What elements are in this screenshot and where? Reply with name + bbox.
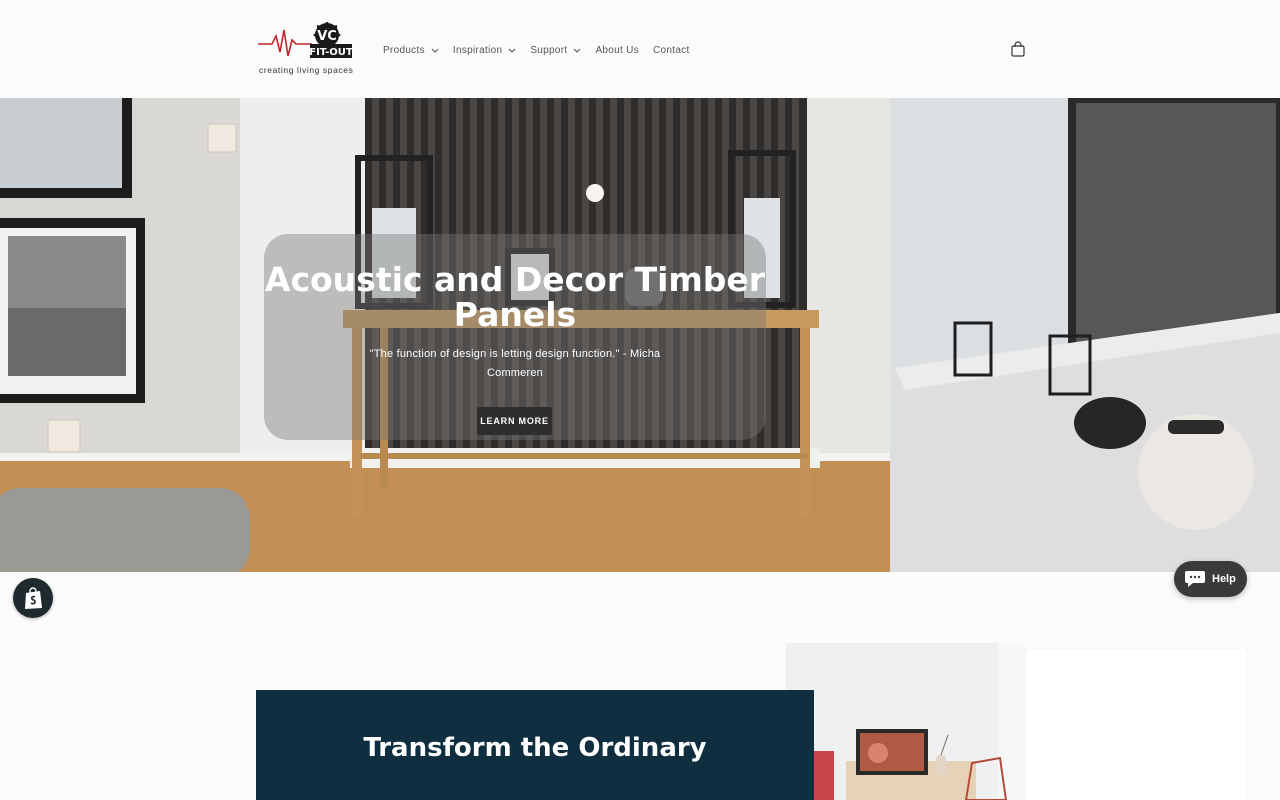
nav-item-products[interactable]: Products	[383, 43, 439, 57]
chat-bubble-icon	[1185, 571, 1205, 587]
chevron-down-icon	[431, 48, 439, 53]
learn-more-button[interactable]: LEARN MORE	[477, 407, 552, 435]
brand-logo[interactable]: VC FIT-OUT creating living spaces	[258, 21, 354, 76]
help-chat-button[interactable]: Help	[1174, 561, 1247, 597]
shopify-bag-icon	[25, 587, 42, 609]
shopping-bag-icon	[1011, 41, 1025, 57]
chevron-down-icon	[574, 48, 581, 53]
hero-banner: Acoustic and Decor Timber Panels "The fu…	[0, 98, 1280, 572]
nav-item-label: Contact	[653, 44, 690, 56]
nav-item-label: Inspiration	[452, 44, 503, 56]
feature-card	[1026, 650, 1247, 800]
feature-image	[786, 643, 1026, 800]
nav-item-label: Products	[383, 44, 425, 56]
main-nav: Products Inspiration Support About Us Co…	[383, 43, 704, 57]
brand-tagline: creating living spaces	[259, 65, 354, 75]
feature-title: Transform the Ordinary	[363, 733, 707, 763]
cart-button[interactable]	[1010, 41, 1026, 57]
logo-name: FIT-OUT	[309, 47, 353, 58]
chevron-down-icon	[508, 48, 516, 53]
nav-item-support[interactable]: Support	[530, 43, 581, 57]
shopify-badge-button[interactable]	[13, 578, 53, 618]
site-header: VC FIT-OUT creating living spaces Produc…	[0, 0, 1280, 98]
logo-letters: VC	[317, 29, 337, 44]
nav-item-label: Support	[530, 44, 568, 56]
nav-item-about-us[interactable]: About Us	[595, 43, 639, 57]
nav-item-label: About Us	[595, 44, 639, 56]
nav-item-contact[interactable]: Contact	[653, 43, 690, 57]
nav-item-inspiration[interactable]: Inspiration	[453, 43, 516, 57]
hero-quote: "The function of design is letting desig…	[369, 348, 661, 379]
help-label: Help	[1212, 573, 1236, 585]
logo-mark: VC FIT-OUT	[258, 21, 353, 58]
hero-title: Acoustic and Decor Timber Panels	[264, 260, 766, 334]
living-room-image	[786, 643, 1026, 800]
